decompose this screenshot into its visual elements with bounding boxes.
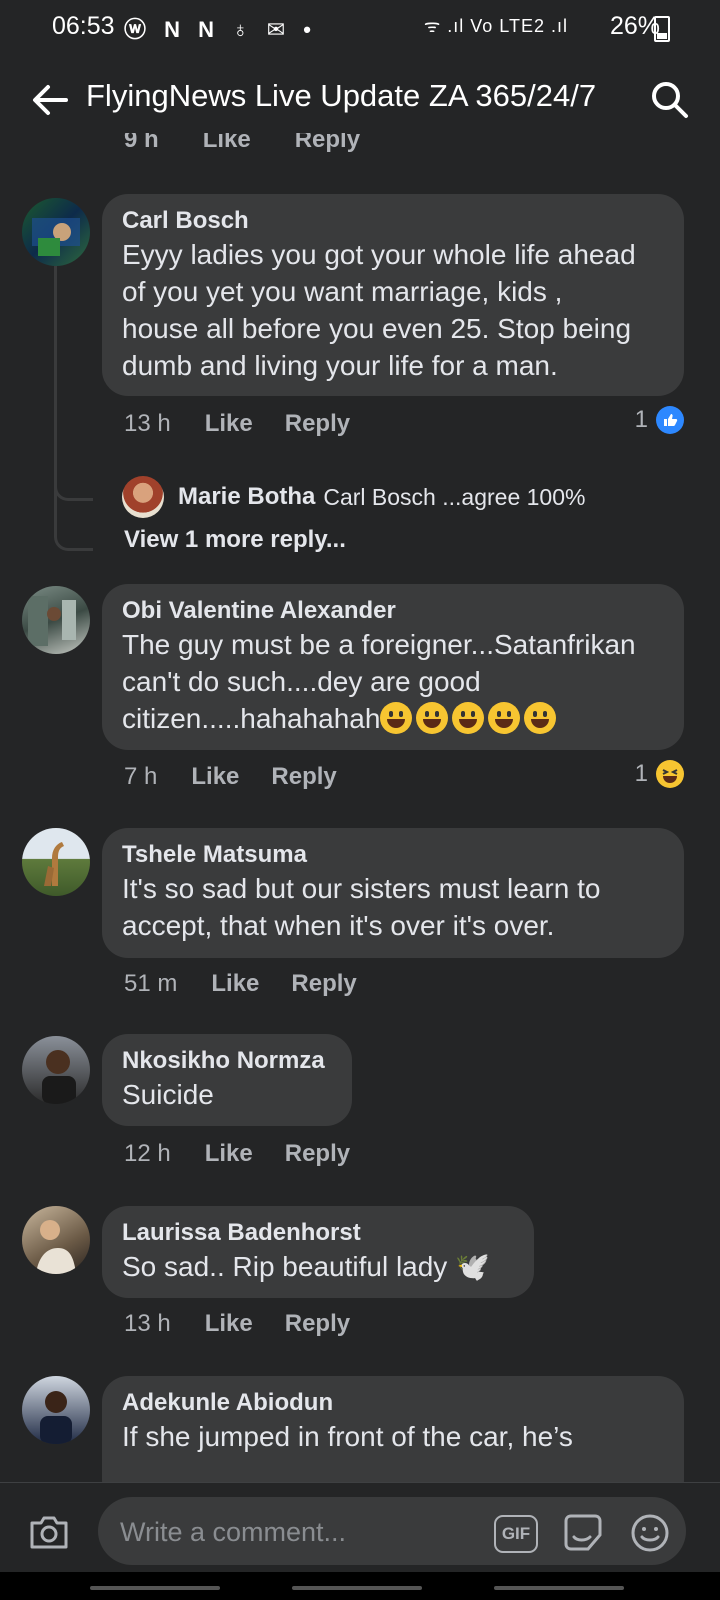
camera-icon[interactable] <box>28 1513 70 1551</box>
comment-bubble[interactable]: Carl Bosch Eyyy ladies you got your whol… <box>102 194 684 396</box>
like-button[interactable]: Like <box>211 970 259 997</box>
reaction-summary[interactable]: 1 <box>635 406 684 434</box>
avatar[interactable] <box>22 1206 90 1274</box>
comment-input[interactable]: Write a comment... GIF <box>98 1497 686 1565</box>
comment-text: So sad.. Rip beautiful lady 🕊️ <box>122 1251 490 1282</box>
comment-time: 7 h <box>124 763 158 790</box>
app-header: FlyingNews Live Update ZA 365/24/7 <box>0 60 720 140</box>
like-button[interactable]: Like <box>191 763 239 790</box>
avatar[interactable] <box>22 1036 90 1104</box>
comment-time: 13 h <box>124 1310 171 1337</box>
grinning-emoji-icon <box>452 702 485 734</box>
grinning-emoji-icon <box>416 702 449 734</box>
comment-time: 51 m <box>124 970 178 997</box>
comment-composer: Write a comment... GIF <box>0 1482 720 1573</box>
comment-author[interactable]: Obi Valentine Alexander <box>122 596 664 626</box>
comment-actions: 51 m Like Reply <box>124 970 389 998</box>
like-button[interactable]: Like <box>205 1310 253 1337</box>
battery-percent: 26% <box>609 12 660 40</box>
nav-handle[interactable] <box>90 1586 220 1590</box>
comment-author[interactable]: Adekunle Abiodun <box>122 1388 664 1418</box>
comment-text: of you yet you want marriage, kids , <box>122 276 563 307</box>
comment-text: dumb and living your life for a man. <box>122 350 558 381</box>
comment-text: house all before you even 25. Stop being <box>122 313 632 344</box>
page-title: FlyingNews Live Update ZA 365/24/7 <box>86 78 597 113</box>
back-arrow-icon[interactable] <box>28 78 72 122</box>
comment-time: 12 h <box>124 1140 171 1167</box>
reply-button[interactable]: Reply <box>285 1310 350 1337</box>
view-more-replies-link[interactable]: View 1 more reply... <box>124 526 346 554</box>
reply-button[interactable]: Reply <box>285 410 350 437</box>
comment-text: The guy must be a foreigner...Satanfrika… <box>122 629 636 660</box>
reply-text: Carl Bosch ...agree 100% <box>323 483 586 510</box>
comment-text: If she jumped in front of the car, he’s <box>122 1421 573 1452</box>
nav-handle[interactable] <box>292 1586 422 1590</box>
reaction-count: 1 <box>634 760 648 787</box>
reply-button[interactable]: Reply <box>295 133 360 153</box>
comment-author[interactable]: Carl Bosch <box>122 206 664 236</box>
gif-button[interactable]: GIF <box>494 1515 538 1553</box>
comment-time: 13 h <box>124 410 171 437</box>
comment-text: Suicide <box>122 1079 214 1110</box>
haha-reaction-icon <box>656 760 684 788</box>
comment-author[interactable]: Tshele Matsuma <box>122 840 664 870</box>
comment-actions: 13 h Like Reply <box>124 410 382 438</box>
comment-author[interactable]: Laurissa Badenhorst <box>122 1218 514 1248</box>
comment-bubble[interactable]: Nkosikho Normza Suicide <box>102 1034 352 1126</box>
comment-text: It's so sad but our sisters must learn t… <box>122 873 601 904</box>
signal-icon: ᯤ .ıl Vo LTE2 .ıl <box>423 16 568 36</box>
avatar[interactable] <box>22 586 90 654</box>
comment-text: Eyyy ladies you got your whole life ahea… <box>122 239 636 270</box>
like-button[interactable]: Like <box>203 133 251 153</box>
search-icon[interactable] <box>648 78 692 122</box>
reply-button[interactable]: Reply <box>291 970 356 997</box>
grinning-emoji-icon <box>380 702 413 734</box>
comment-bubble[interactable]: Tshele Matsuma It's so sad but our siste… <box>102 828 684 958</box>
system-nav-bar <box>0 1572 720 1600</box>
reaction-count: 1 <box>634 406 648 433</box>
reply-preview[interactable]: Marie Botha Carl Bosch ...agree 100% <box>122 476 585 518</box>
comment-actions: 13 h Like Reply <box>124 1310 382 1338</box>
nav-handle[interactable] <box>494 1586 624 1590</box>
comment-text: citizen.....hahahahah <box>122 700 664 737</box>
reply-author[interactable]: Marie Botha <box>178 483 315 511</box>
comment-placeholder: Write a comment... <box>120 1517 347 1547</box>
avatar[interactable] <box>122 476 164 518</box>
like-reaction-icon <box>656 406 684 434</box>
reply-button[interactable]: Reply <box>271 763 336 790</box>
like-button[interactable]: Like <box>205 1140 253 1167</box>
sticker-icon[interactable] <box>562 1513 604 1553</box>
comment-bubble[interactable]: Obi Valentine Alexander The guy must be … <box>102 584 684 750</box>
previous-comment-actions: 9 h Like Reply <box>124 133 404 155</box>
reaction-summary[interactable]: 1 <box>635 760 684 788</box>
comment-text: can't do such....dey are good <box>122 666 481 697</box>
laughing-emoji-icon <box>524 702 557 734</box>
emoji-icon[interactable] <box>630 1513 670 1553</box>
comment-actions: 12 h Like Reply <box>124 1140 382 1168</box>
avatar[interactable] <box>22 198 90 266</box>
comment-actions: 7 h Like Reply <box>124 763 369 791</box>
battery-icon <box>654 16 670 42</box>
comment-author[interactable]: Nkosikho Normza <box>122 1046 332 1076</box>
notification-icons: ⓦ N N ♁ ✉ • <box>124 17 317 42</box>
avatar[interactable] <box>22 1376 90 1444</box>
thread-line <box>54 266 93 501</box>
comment-text: accept, that when it's over it's over. <box>122 910 555 941</box>
grinning-emoji-icon <box>488 702 521 734</box>
like-button[interactable]: Like <box>205 410 253 437</box>
avatar[interactable] <box>22 828 90 896</box>
status-time: 06:53 <box>52 12 115 40</box>
reply-button[interactable]: Reply <box>285 1140 350 1167</box>
status-bar: 06:53 ⓦ N N ♁ ✉ • ᯤ .ıl Vo LTE2 .ıl 26% <box>0 0 720 56</box>
comment-bubble[interactable]: Laurissa Badenhorst So sad.. Rip beautif… <box>102 1206 534 1298</box>
